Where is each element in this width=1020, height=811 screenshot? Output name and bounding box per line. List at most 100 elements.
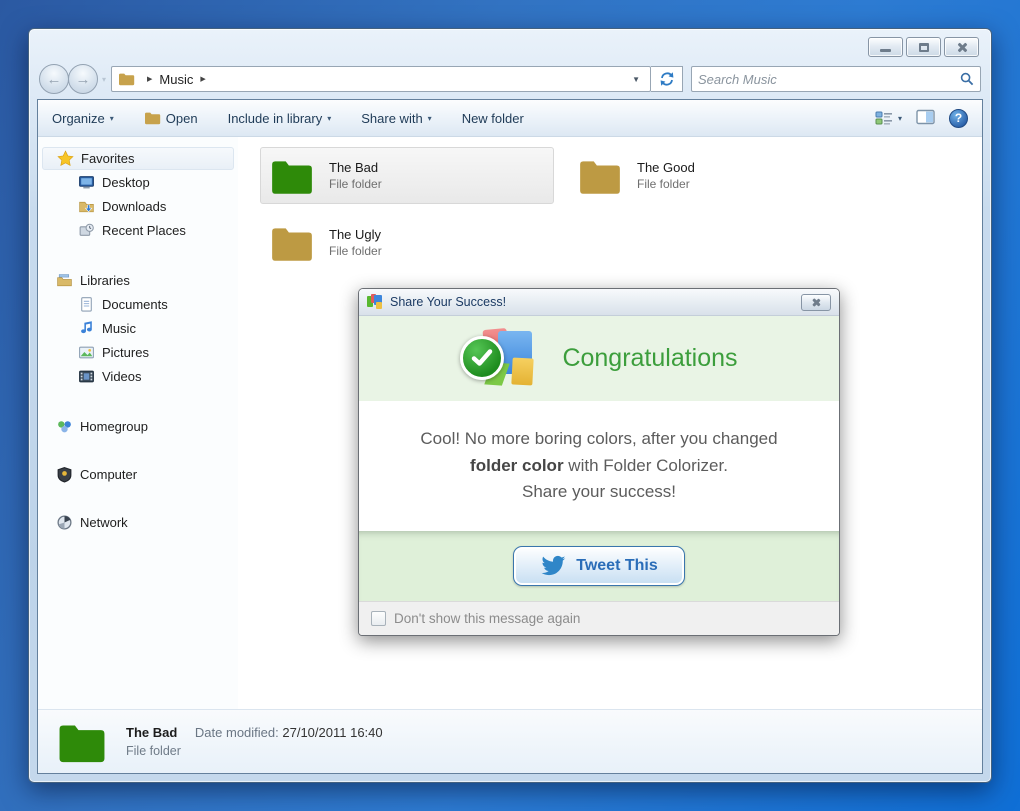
recent-pages-chevron-icon[interactable]: ▾: [102, 75, 106, 84]
sidebar-item-downloads[interactable]: Downloads: [38, 194, 238, 218]
chevron-down-icon: ▾: [428, 114, 432, 123]
dialog-header: Congratulations: [359, 316, 839, 401]
command-toolbar: Organize ▾ Open Include in library ▾ Sha…: [38, 100, 982, 137]
green-check-icon: [460, 336, 504, 380]
selected-folder-icon: [56, 718, 108, 766]
dialog-close-button[interactable]: [801, 294, 831, 311]
sidebar-label: Network: [80, 515, 128, 530]
sidebar-item-pictures[interactable]: Pictures: [38, 340, 238, 364]
videos-icon: [78, 368, 95, 385]
search-input[interactable]: [698, 72, 960, 87]
back-arrow-icon: ←: [47, 71, 62, 88]
chevron-down-icon: ▾: [110, 114, 114, 123]
preview-pane-button[interactable]: [916, 109, 935, 128]
toolbar-right-icons: ▾ ?: [875, 109, 968, 128]
new-folder-button[interactable]: New folder: [462, 111, 524, 126]
forward-arrow-icon: →: [76, 71, 91, 88]
dialog-heading: Congratulations: [562, 344, 737, 373]
yellow-folder-icon: [269, 222, 315, 264]
star-icon: [57, 150, 74, 167]
change-view-button[interactable]: ▾: [875, 111, 902, 126]
documents-icon: [78, 296, 95, 313]
sidebar-gap: [38, 486, 238, 510]
back-button[interactable]: ←: [39, 64, 69, 94]
music-note-icon: [78, 320, 95, 337]
location-folder-icon: [118, 72, 135, 86]
breadcrumb-location[interactable]: Music: [159, 72, 193, 87]
sidebar-item-network[interactable]: Network: [38, 510, 238, 534]
sidebar-item-desktop[interactable]: Desktop: [38, 170, 238, 194]
sidebar-label: Downloads: [102, 199, 166, 214]
dont-show-label[interactable]: Don't show this message again: [394, 611, 580, 626]
sidebar-label: Favorites: [81, 151, 134, 166]
sidebar-label: Pictures: [102, 345, 149, 360]
sidebar-item-homegroup[interactable]: Homegroup: [38, 414, 238, 438]
dont-show-checkbox[interactable]: [371, 611, 386, 626]
search-icon[interactable]: [960, 72, 974, 86]
forward-button[interactable]: →: [68, 64, 98, 94]
help-button[interactable]: ?: [949, 109, 968, 128]
maximize-button[interactable]: [906, 37, 941, 57]
details-date-label: Date modified:: [195, 725, 279, 740]
address-bar[interactable]: ▶ Music ▶ ▼: [111, 66, 651, 92]
sidebar-label: Desktop: [102, 175, 150, 190]
share-with-button[interactable]: Share with ▾: [361, 111, 431, 126]
details-date-value: 27/10/2011 16:40: [282, 725, 382, 740]
organize-button[interactable]: Organize ▾: [52, 111, 114, 126]
new-folder-label: New folder: [462, 111, 524, 126]
homegroup-icon: [56, 418, 73, 435]
details-type: File folder: [126, 744, 383, 758]
close-button[interactable]: [944, 37, 979, 57]
message-line-2: folder color with Folder Colorizer.: [470, 453, 728, 479]
sidebar-item-recent-places[interactable]: Recent Places: [38, 218, 238, 242]
folder-tile-the-ugly[interactable]: The Ugly File folder: [260, 214, 554, 271]
folder-name: The Good: [637, 160, 695, 175]
share-with-label: Share with: [361, 111, 422, 126]
sidebar-label: Libraries: [80, 273, 130, 288]
dialog-titlebar[interactable]: Share Your Success!: [359, 289, 839, 316]
sidebar-item-libraries[interactable]: Libraries: [38, 268, 238, 292]
minimize-icon: [880, 49, 891, 52]
sidebar-label: Music: [102, 321, 136, 336]
minimize-button[interactable]: [868, 37, 903, 57]
breadcrumb-arrow-icon[interactable]: ▶: [147, 75, 152, 83]
yellow-folder-icon: [577, 155, 623, 197]
tweet-section: Tweet This: [359, 531, 839, 601]
sidebar-label: Homegroup: [80, 419, 148, 434]
success-folders-check-icon: [460, 328, 540, 390]
sidebar-gap: [38, 388, 238, 414]
refresh-button[interactable]: [651, 66, 683, 92]
sidebar-item-computer[interactable]: Computer: [38, 462, 238, 486]
network-globe-icon: [56, 514, 73, 531]
recent-places-icon: [78, 222, 95, 239]
sidebar-item-favorites[interactable]: Favorites: [42, 147, 234, 170]
message-line-1: Cool! No more boring colors, after you c…: [420, 426, 777, 452]
computer-icon: [56, 466, 73, 483]
sidebar-item-documents[interactable]: Documents: [38, 292, 238, 316]
sidebar-item-music[interactable]: Music: [38, 316, 238, 340]
twitter-bird-icon: [540, 555, 566, 577]
include-in-library-button[interactable]: Include in library ▾: [228, 111, 332, 126]
folder-tile-the-good[interactable]: The Good File folder: [568, 147, 862, 204]
sidebar-label: Recent Places: [102, 223, 186, 238]
window-controls: [868, 37, 979, 57]
sidebar-label: Computer: [80, 467, 137, 482]
address-dropdown-icon[interactable]: ▼: [626, 75, 646, 84]
sidebar-item-videos[interactable]: Videos: [38, 364, 238, 388]
dialog-title: Share Your Success!: [390, 295, 794, 309]
sidebar-label: Videos: [102, 369, 142, 384]
tweet-this-button[interactable]: Tweet This: [513, 546, 685, 586]
message-line-3: Share your success!: [522, 479, 676, 505]
desktop-icon: [78, 174, 95, 191]
details-pane: The Bad Date modified: 27/10/2011 16:40 …: [38, 709, 982, 773]
sidebar-gap: [38, 242, 238, 268]
folder-tile-the-bad[interactable]: The Bad File folder: [260, 147, 554, 204]
libraries-icon: [56, 272, 73, 289]
include-label: Include in library: [228, 111, 323, 126]
dialog-message: Cool! No more boring colors, after you c…: [359, 401, 839, 531]
breadcrumb-arrow-icon[interactable]: ▶: [200, 75, 205, 83]
folder-type: File folder: [329, 177, 382, 191]
chevron-down-icon: ▾: [898, 114, 902, 123]
open-button[interactable]: Open: [144, 111, 198, 126]
message-line-2-rest: with Folder Colorizer.: [564, 456, 728, 475]
